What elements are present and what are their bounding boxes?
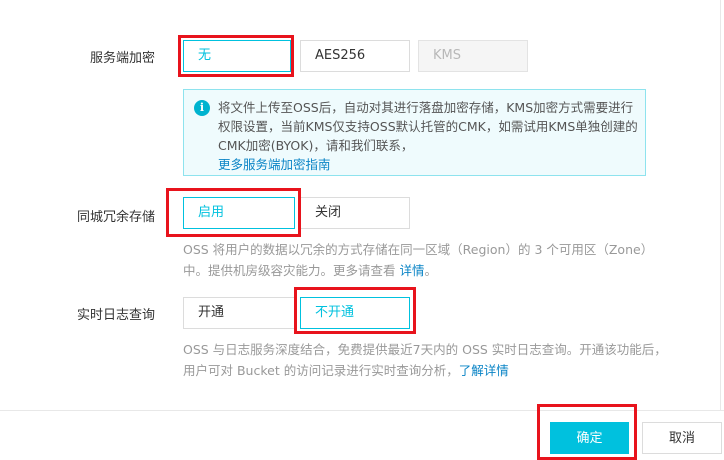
redundancy-option-enable[interactable]: 启用 <box>183 197 295 229</box>
cancel-button[interactable]: 取消 <box>642 422 722 454</box>
redundancy-details-link[interactable]: 详情 <box>400 263 425 278</box>
redundancy-description: OSS 将用户的数据以冗余的方式存储在同一区域（Region）的 3 个可用区（… <box>183 239 653 281</box>
log-query-label: 实时日志查询 <box>77 308 156 323</box>
redundancy-label: 同城冗余存储 <box>77 210 156 225</box>
encryption-option-kms: KMS <box>418 40 528 72</box>
footer-divider <box>0 410 724 411</box>
vertical-divider <box>720 0 721 410</box>
info-icon: i <box>194 100 210 116</box>
log-query-option-disable[interactable]: 不开通 <box>300 297 410 329</box>
encryption-info-body: 将文件上传至OSS后，自动对其进行落盘加密存储，KMS加密方式需要进行权限设置，… <box>218 100 638 153</box>
confirm-button[interactable]: 确定 <box>550 422 629 454</box>
encryption-option-aes256[interactable]: AES256 <box>300 40 410 72</box>
redundancy-desc-suffix: 。 <box>424 263 438 278</box>
encryption-option-none[interactable]: 无 <box>183 40 291 72</box>
log-query-description: OSS 与日志服务深度结合，免费提供最近7天内的 OSS 实时日志查询。开通该功… <box>183 339 673 381</box>
log-query-option-enable[interactable]: 开通 <box>183 297 295 329</box>
encryption-info-text: 将文件上传至OSS后，自动对其进行落盘加密存储，KMS加密方式需要进行权限设置，… <box>218 98 638 174</box>
redundancy-option-disable[interactable]: 关闭 <box>300 197 410 229</box>
encryption-label: 服务端加密 <box>90 51 156 66</box>
log-query-desc-text: OSS 与日志服务深度结合，免费提供最近7天内的 OSS 实时日志查询。开通该功… <box>183 342 667 378</box>
encryption-guide-link[interactable]: 更多服务端加密指南 <box>218 157 331 172</box>
log-query-details-link[interactable]: 了解详情 <box>459 363 509 378</box>
encryption-info-box: i 将文件上传至OSS后，自动对其进行落盘加密存储，KMS加密方式需要进行权限设… <box>183 89 646 176</box>
